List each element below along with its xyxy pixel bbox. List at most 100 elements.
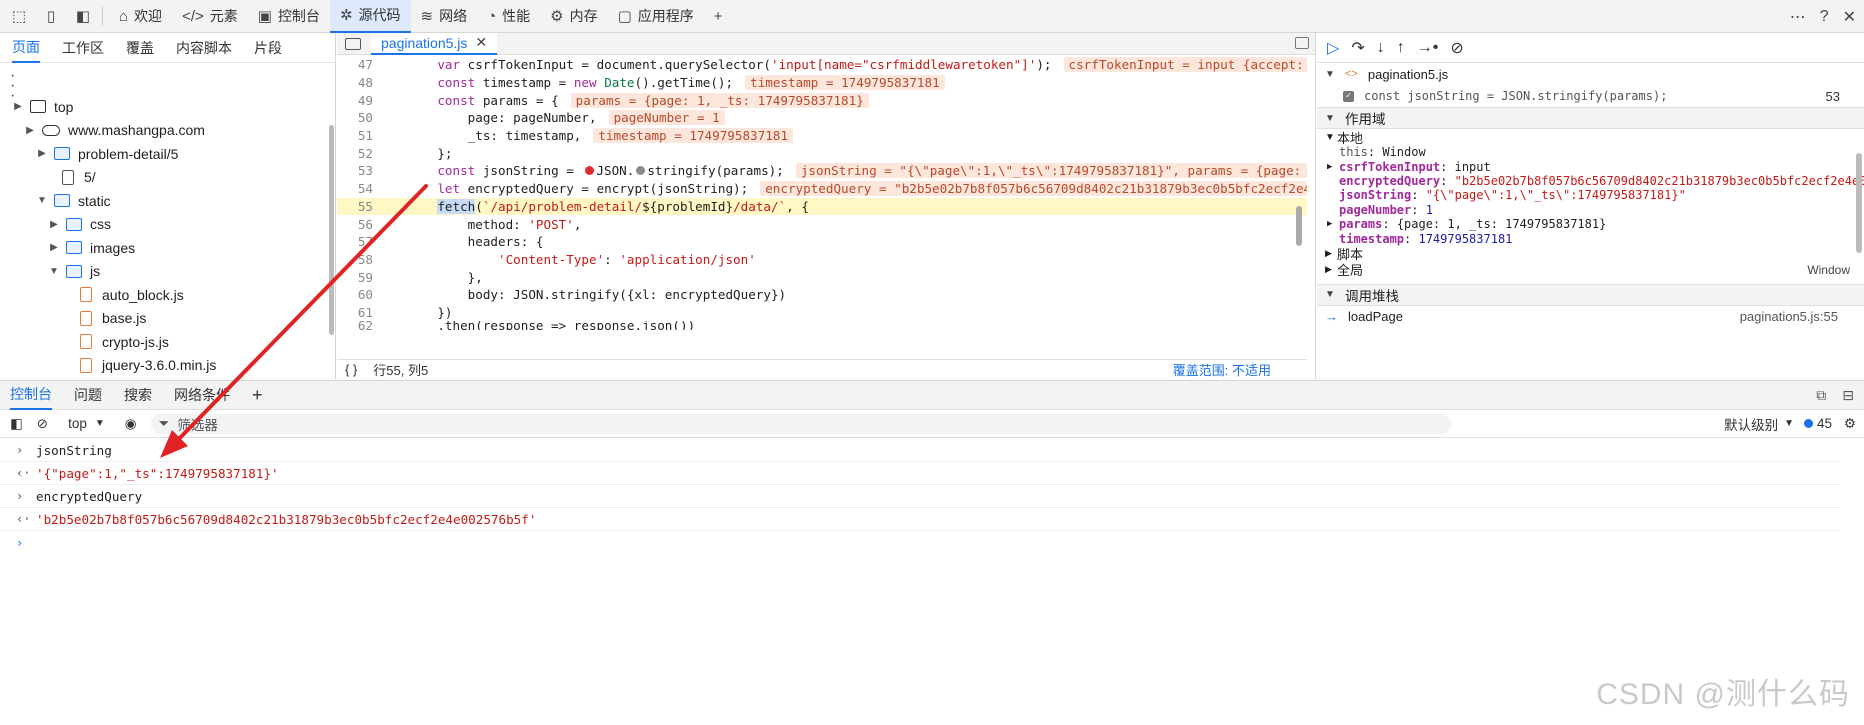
step-over-icon[interactable]: ↷ xyxy=(1351,38,1364,58)
code-line[interactable]: 60 body: JSON.stringify({xl: encryptedQu… xyxy=(337,286,1307,304)
issues-badge[interactable]: 45 xyxy=(1803,416,1832,431)
console-input-row[interactable]: › jsonString xyxy=(0,439,1840,462)
scope-script-header[interactable]: ▶ 脚本 xyxy=(1317,246,1864,262)
inspect-element-icon[interactable]: ⬚ xyxy=(6,3,32,29)
toggle-navigator-icon[interactable] xyxy=(345,37,361,50)
code-line[interactable]: 57 headers: { xyxy=(337,233,1307,251)
log-levels-dropdown[interactable]: 默认级别 ▼ xyxy=(1724,414,1794,434)
tree-item-folder[interactable]: ▼ js xyxy=(0,260,326,284)
live-expression-eye-icon[interactable]: ◉ xyxy=(125,416,137,432)
tree-item-top[interactable]: ▶ top xyxy=(0,95,326,119)
code-line-breakpoint[interactable]: 53 const jsonString = JSON. stringify(par… xyxy=(337,162,1307,180)
drawer-tab-issues[interactable]: 问题 xyxy=(74,385,102,405)
tab-network[interactable]: ≋ 网络 xyxy=(411,0,478,33)
code-line[interactable]: 54 let encryptedQuery = encrypt(jsonStri… xyxy=(337,180,1307,198)
scroll-thumb[interactable] xyxy=(1856,153,1862,253)
tree-item-file[interactable]: base.js xyxy=(0,307,326,331)
deactivate-breakpoints-icon[interactable]: ⊘ xyxy=(1450,38,1463,58)
callstack-section-header[interactable]: ▼ 调用堆栈 xyxy=(1317,283,1864,306)
close-icon[interactable]: ✕ xyxy=(1843,7,1856,27)
tab-page[interactable]: 页面 xyxy=(12,33,40,63)
breakpoint-row[interactable]: ✓ const jsonString = JSON.stringify(param… xyxy=(1317,85,1864,107)
drawer-tab-console[interactable]: 控制台 xyxy=(10,380,52,410)
add-drawer-tab-button[interactable]: + xyxy=(252,385,263,406)
tab-application[interactable]: ▢ 应用程序 xyxy=(608,0,704,33)
filter-input[interactable]: ⏷ 筛选器 xyxy=(150,413,1451,434)
drawer-tab-network-conditions[interactable]: 网络条件 xyxy=(174,385,230,405)
tab-elements[interactable]: </> 元素 xyxy=(172,0,248,33)
gear-icon[interactable]: ⚙ xyxy=(1844,416,1856,432)
tab-welcome[interactable]: ⌂ 欢迎 xyxy=(109,0,172,33)
tab-memory[interactable]: ⚙ 内存 xyxy=(540,0,607,33)
inline-breakpoint-icon[interactable] xyxy=(636,166,646,176)
tab-console[interactable]: ▣ 控制台 xyxy=(248,0,330,33)
navigator-scrollbar[interactable] xyxy=(327,95,335,375)
tree-item-folder[interactable]: ▶ images xyxy=(0,236,326,260)
scope-local-header[interactable]: ▼ 本地 xyxy=(1317,129,1864,146)
console-prompt[interactable]: › xyxy=(0,531,1840,554)
step-icon[interactable]: →• xyxy=(1417,39,1439,57)
coverage-status[interactable]: 覆盖范围: 不适用 xyxy=(1173,360,1271,379)
code-line[interactable]: 56 method: 'POST', xyxy=(337,215,1307,233)
tree-item-file[interactable]: crypto-js.js xyxy=(0,330,326,354)
code-line[interactable]: 47 var csrfTokenInput = document.querySe… xyxy=(337,56,1307,74)
code-line-paused[interactable]: 55 fetch(`/api/problem-detail/${problemI… xyxy=(337,197,1307,216)
scroll-thumb[interactable] xyxy=(329,125,334,335)
scope-var-params[interactable]: ▶ params: {page: 1, _ts: 1749795837181} xyxy=(1317,217,1864,231)
tab-sources[interactable]: ✲ 源代码 xyxy=(329,0,411,33)
toggle-debugger-icon[interactable] xyxy=(1295,37,1309,49)
dock-sidebar-icon[interactable]: ◧ xyxy=(70,3,96,29)
scroll-thumb[interactable] xyxy=(1296,206,1302,246)
tab-snippets[interactable]: 片段 xyxy=(254,38,282,58)
close-tab-icon[interactable]: ✕ xyxy=(475,34,487,51)
checkbox-checked-icon[interactable]: ✓ xyxy=(1343,90,1354,102)
code-line[interactable]: 50 page: pageNumber, pageNumber = 1 xyxy=(337,109,1307,127)
tree-item-folder[interactable]: ▶ css xyxy=(0,213,326,237)
pretty-print-button[interactable]: { } xyxy=(345,362,357,377)
tab-performance[interactable]: ◔ 性能 xyxy=(477,0,540,33)
console-result-row[interactable]: ‹· 'b2b5e02b7b8f057b6c56709d8402c21b31879… xyxy=(0,508,1840,531)
scope-var-csrf[interactable]: ▶ csrfTokenInput: input xyxy=(1317,159,1864,174)
tree-item-domain[interactable]: ▶ www.mashangpa.com xyxy=(0,119,326,143)
add-tab-button[interactable]: + xyxy=(704,0,733,33)
code-line[interactable]: 49 const params = {params = {page: 1, _t… xyxy=(337,91,1307,109)
resume-icon[interactable]: ▷ xyxy=(1327,38,1339,58)
tab-workspace[interactable]: 工作区 xyxy=(62,38,104,58)
console-input-row[interactable]: › encryptedQuery xyxy=(0,485,1840,508)
tree-item-file[interactable]: jquery-3.6.0.min.js xyxy=(0,354,326,378)
help-icon[interactable]: ? xyxy=(1820,8,1829,26)
breakpoint-file-row[interactable]: ▼ <> pagination5.js xyxy=(1317,63,1864,85)
sidebar-toggle-icon[interactable]: ◧ xyxy=(10,416,23,432)
file-tab-pagination5[interactable]: pagination5.js ✕ xyxy=(371,32,498,55)
scope-var-jsonstring[interactable]: jsonString: "{\"page\":1,\"_ts\":1749795… xyxy=(1317,188,1864,202)
context-selector[interactable]: top ▼ xyxy=(62,416,111,431)
scope-section-header[interactable]: ▼ 作用域 xyxy=(1317,107,1864,129)
dock-icon[interactable]: ⧉ xyxy=(1816,387,1826,404)
scope-var-this[interactable]: this: Window xyxy=(1317,145,1864,159)
tree-item-folder[interactable]: ▶ problem-detail/5 xyxy=(0,142,326,166)
code-line[interactable]: 59 }, xyxy=(337,268,1307,286)
code-line[interactable]: 51 _ts: timestamp, timestamp = 1749795837… xyxy=(337,127,1307,145)
editor-vertical-scrollbar[interactable] xyxy=(1295,56,1303,356)
tab-content-scripts[interactable]: 内容脚本 xyxy=(176,38,232,58)
drawer-tab-search[interactable]: 搜索 xyxy=(124,385,152,405)
device-toolbar-icon[interactable]: ▯ xyxy=(38,3,64,29)
code-line[interactable]: 58 'Content-Type': 'application/json' xyxy=(337,251,1307,269)
breakpoint-marker-icon[interactable] xyxy=(585,166,595,176)
tree-item-file[interactable]: 5/ xyxy=(0,166,326,190)
step-out-icon[interactable]: ↑ xyxy=(1397,39,1405,57)
scope-var-timestamp[interactable]: timestamp: 1749795837181 xyxy=(1317,231,1864,246)
more-icon[interactable]: ⋯ xyxy=(1790,7,1806,27)
code-line[interactable]: 62 .then(response => response.json()) xyxy=(337,321,1307,330)
scope-var-encrypted[interactable]: encryptedQuery: "b2b5e02b7b8f057b6c56709… xyxy=(1317,174,1864,188)
clear-console-icon[interactable]: ⊘ xyxy=(37,416,48,432)
code-line[interactable]: 61 }) xyxy=(337,304,1307,322)
tab-overrides[interactable]: 覆盖 xyxy=(126,38,154,58)
callstack-frame[interactable]: → loadPage pagination5.js:55 xyxy=(1317,305,1864,328)
console-result-row[interactable]: ‹· '{"page":1,"_ts":1749795837181}' xyxy=(0,462,1840,485)
tree-item-file[interactable]: auto_block.js xyxy=(0,283,326,307)
code-line[interactable]: 48 const timestamp = new Date().getTime(… xyxy=(337,74,1307,92)
tree-item-folder[interactable]: ▼ static xyxy=(0,189,326,213)
minimize-drawer-icon[interactable]: ⊟ xyxy=(1842,387,1854,404)
scope-var-pagenumber[interactable]: pageNumber: 1 xyxy=(1317,203,1864,217)
